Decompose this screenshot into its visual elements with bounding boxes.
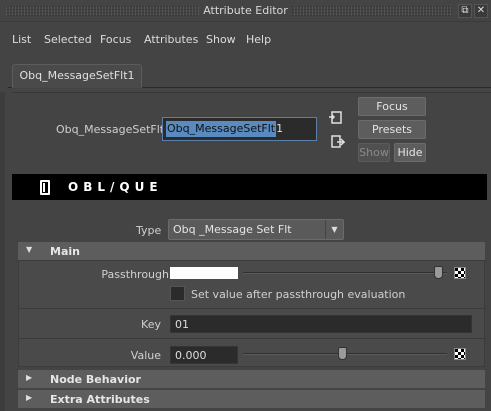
row-divider [19,338,486,339]
oblique-logo-text: OBL/QUE [68,180,163,194]
menu-help[interactable]: Help [246,33,271,46]
collapsed-triangle-icon: ▶ [26,393,33,402]
passthrough-slider-track[interactable] [243,272,447,274]
menu-show[interactable]: Show [206,33,236,46]
menu-focus[interactable]: Focus [100,33,131,46]
section-extra-attributes-header[interactable]: ▶ Extra Attributes [18,390,485,408]
oblique-logo-icon [40,180,50,195]
value-label: Value [130,349,161,362]
section-node-behavior-header[interactable]: ▶ Node Behavior [18,370,485,388]
left-edge-bar [0,92,5,411]
type-dropdown-value: Obq _Message Set Flt [173,223,292,236]
section-node-behavior-label: Node Behavior [50,373,141,386]
tab-obq-messagesetflt1[interactable]: Obq_MessageSetFlt1 [12,64,142,88]
menu-list[interactable]: List [12,33,31,46]
section-main-body: Passthrough Set value after passthrough … [18,260,486,367]
type-label: Type [136,224,162,237]
row-divider [19,308,486,309]
chevron-down-icon: ▼ [325,220,343,239]
close-window-icon[interactable]: ✕ [474,4,488,18]
node-name-selected-text: Obq_MessageSetFlt [166,121,277,137]
float-window-icon[interactable]: ⧉ [458,4,472,18]
node-tab-strip: Obq_MessageSetFlt1 [8,60,491,88]
value-slider-handle[interactable] [338,347,347,360]
title-bar: Attribute Editor ⧉ ✕ [0,0,491,22]
key-label: Key [141,318,161,331]
attribute-content: Type Obq _Message Set Flt ▼ ▼ Main Passt… [12,210,491,411]
set-value-after-label: Set value after passthrough evaluation [191,288,406,301]
value-input[interactable]: 0.000 [170,346,238,364]
oblique-banner: OBL/QUE [12,174,487,200]
passthrough-slider-handle[interactable] [434,266,443,279]
section-main-label: Main [50,245,80,258]
section-main-header[interactable]: ▼ Main [18,242,485,260]
type-dropdown[interactable]: Obq _Message Set Flt ▼ [168,219,344,240]
key-input[interactable]: 01 [170,315,472,333]
hide-button[interactable]: Hide [394,143,426,162]
focus-button[interactable]: Focus [358,97,426,116]
menu-bar: List Selected Focus Attributes Show Help [0,30,491,50]
menu-selected[interactable]: Selected [44,33,92,46]
output-connections-icon[interactable] [331,135,345,149]
passthrough-map-icon[interactable] [454,267,466,279]
collapsed-triangle-icon: ▶ [26,373,33,382]
node-name-rest-text: 1 [276,122,284,135]
node-name-field[interactable]: Obq_MessageSetFlt1 [162,117,317,141]
node-name-panel: Obq_MessageSetFlt: Obq_MessageSetFlt1 Fo… [12,92,491,168]
window-title: Attribute Editor [199,4,292,17]
input-connections-icon[interactable] [329,111,343,125]
menu-attributes[interactable]: Attributes [144,33,198,46]
section-extra-attributes-label: Extra Attributes [50,393,150,406]
node-name-label: Obq_MessageSetFlt: [56,123,168,136]
show-button[interactable]: Show [358,143,390,162]
presets-button[interactable]: Presets [358,120,426,139]
passthrough-label: Passthrough [101,268,169,281]
passthrough-color-swatch[interactable] [170,267,238,279]
expanded-triangle-icon: ▼ [26,245,33,254]
value-map-icon[interactable] [454,348,466,360]
set-value-after-checkbox[interactable] [170,286,185,301]
